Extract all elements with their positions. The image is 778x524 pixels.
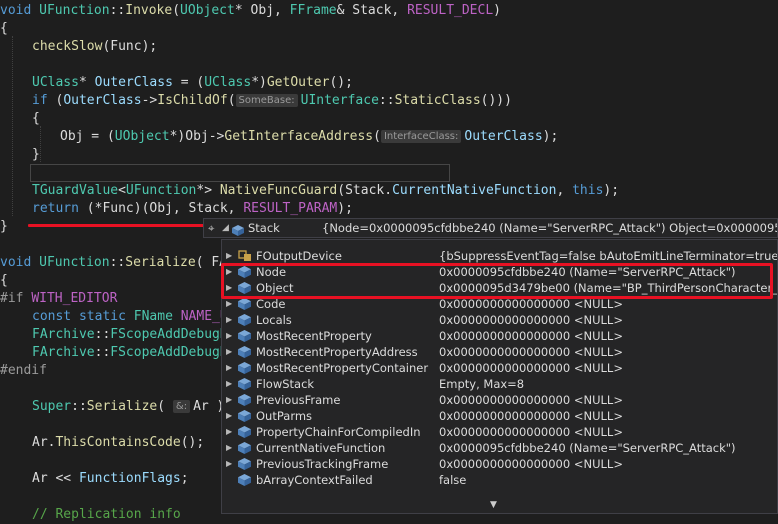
code-line: { bbox=[0, 21, 8, 36]
member-value[interactable]: 0x0000000000000000 <NULL> bbox=[439, 328, 623, 344]
pin-icon[interactable]: ⌖ bbox=[208, 219, 214, 237]
datatip-row[interactable]: ▶ CurrentNativeFunction 0x0000095cfdbbe240… bbox=[222, 440, 777, 456]
member-name: Locals bbox=[256, 313, 292, 327]
parameter-hint: &: bbox=[172, 400, 191, 413]
expand-chevron-icon[interactable]: ▶ bbox=[226, 328, 232, 344]
datatip-header[interactable]: ⌖ ◢ Stack {Node=0x0000095cfdbbe240 (Name… bbox=[203, 218, 778, 238]
code-line: Super::Serialize( &: Ar ) bbox=[32, 399, 225, 414]
datatip-row[interactable]: ▶ PreviousTrackingFrame 0x0000000000000000… bbox=[222, 456, 777, 472]
member-name: FlowStack bbox=[256, 377, 315, 391]
code-line: void UFunction::Serialize( FA bbox=[0, 255, 228, 270]
member-value[interactable]: 0x0000000000000000 <NULL> bbox=[439, 392, 623, 408]
expand-chevron-icon[interactable]: ▶ bbox=[226, 360, 232, 376]
code-line: #endif bbox=[0, 363, 47, 378]
parameter-hint: SomeBase: bbox=[235, 94, 298, 107]
expand-chevron-icon[interactable]: ▶ bbox=[226, 376, 232, 392]
member-name: bArrayContextFailed bbox=[256, 473, 373, 487]
code-line: Ar.ThisContainsCode(); bbox=[32, 435, 205, 450]
code-line: UClass* OuterClass = (UClass*)GetOuter()… bbox=[32, 75, 353, 90]
current-line-highlight bbox=[30, 164, 450, 182]
code-line: } bbox=[32, 147, 40, 162]
indent-guide bbox=[40, 126, 41, 162]
member-name: OutParms bbox=[256, 409, 313, 423]
expand-chevron-icon[interactable]: ▶ bbox=[226, 392, 232, 408]
code-line: } bbox=[0, 219, 8, 234]
field-icon bbox=[238, 474, 251, 490]
datatip-row[interactable]: ▶ PreviousFrame 0x0000000000000000 <NULL> bbox=[222, 392, 777, 408]
member-name: CurrentNativeFunction bbox=[256, 441, 386, 455]
member-value[interactable]: 0x0000000000000000 <NULL> bbox=[439, 408, 623, 424]
datatip-row[interactable]: ▶ FlowStack Empty, Max=8 bbox=[222, 376, 777, 392]
datatip-row[interactable]: ▶ MostRecentPropertyAddress 0x000000000000… bbox=[222, 344, 777, 360]
datatip-row[interactable]: ▶ OutParms 0x0000000000000000 <NULL> bbox=[222, 408, 777, 424]
expand-chevron-icon[interactable]: ▶ bbox=[226, 248, 232, 264]
expand-chevron-icon[interactable]: ▶ bbox=[226, 312, 232, 328]
code-line: void UFunction::Invoke(UObject* Obj, FFr… bbox=[0, 3, 501, 18]
member-value[interactable]: 0x0000000000000000 <NULL> bbox=[439, 456, 623, 472]
member-value[interactable]: 0x0000000000000000 <NULL> bbox=[439, 344, 623, 360]
expand-chevron-icon[interactable]: ▶ bbox=[226, 408, 232, 424]
member-name: MostRecentPropertyAddress bbox=[256, 345, 418, 359]
code-line: const static FName NAME_U bbox=[32, 309, 228, 324]
member-value[interactable]: {bSuppressEventTag=false bAutoEmitLineTe… bbox=[439, 248, 777, 264]
member-value[interactable]: Empty, Max=8 bbox=[439, 376, 524, 392]
collapse-chevron-icon[interactable]: ◢ bbox=[222, 219, 229, 237]
parameter-hint: InterfaceClass: bbox=[380, 130, 462, 143]
datatip-row[interactable]: bArrayContextFailed false bbox=[222, 472, 777, 488]
expand-chevron-icon[interactable]: ▶ bbox=[226, 440, 232, 456]
expand-chevron-icon[interactable]: ▶ bbox=[226, 424, 232, 440]
member-name: MostRecentProperty bbox=[256, 329, 372, 343]
member-value[interactable]: 0x0000000000000000 <NULL> bbox=[439, 360, 623, 376]
code-line: checkSlow(Func); bbox=[32, 39, 158, 54]
code-line: Ar << FunctionFlags; bbox=[32, 471, 189, 486]
code-line: FArchive::FScopeAddDebugD bbox=[32, 345, 228, 360]
datatip-variable-name: Stack bbox=[248, 221, 280, 235]
code-line: return (*Func)(Obj, Stack, RESULT_PARAM)… bbox=[32, 201, 353, 216]
scroll-down-arrow-icon[interactable]: ▼ bbox=[490, 500, 497, 510]
expand-chevron-icon[interactable]: ▶ bbox=[226, 344, 232, 360]
code-line: Obj = (UObject*)Obj->GetInterfaceAddress… bbox=[60, 129, 559, 144]
member-value[interactable]: 0x0000000000000000 <NULL> bbox=[439, 312, 623, 328]
datatip-row[interactable]: ▶ FOutputDevice {bSuppressEventTag=false b… bbox=[222, 248, 777, 264]
datatip-row[interactable]: ▶ Locals 0x0000000000000000 <NULL> bbox=[222, 312, 777, 328]
highlight-box bbox=[221, 263, 773, 299]
variable-icon bbox=[232, 223, 244, 237]
datatip-row[interactable]: ▶ MostRecentPropertyContainer 0x0000000000… bbox=[222, 360, 777, 376]
member-value[interactable]: false bbox=[439, 472, 466, 488]
expand-chevron-icon[interactable]: ▶ bbox=[226, 456, 232, 472]
indent-guide bbox=[12, 36, 13, 216]
code-line: FArchive::FScopeAddDebugD bbox=[32, 327, 228, 342]
datatip-variable-value[interactable]: {Node=0x0000095cfdbbe240 (Name="ServerRP… bbox=[322, 219, 777, 237]
member-name: PreviousTrackingFrame bbox=[256, 457, 389, 471]
code-line: TGuardValue<UFunction*> NativeFuncGuard(… bbox=[32, 183, 620, 198]
datatip-row[interactable]: ▶ MostRecentProperty 0x0000000000000000 <N… bbox=[222, 328, 777, 344]
member-name: MostRecentPropertyContainer bbox=[256, 361, 429, 375]
member-name: PreviousFrame bbox=[256, 393, 341, 407]
member-value[interactable]: 0x0000000000000000 <NULL> bbox=[439, 424, 623, 440]
code-line: { bbox=[0, 273, 8, 288]
code-line: if (OuterClass->IsChildOf(SomeBase: UInte… bbox=[32, 93, 512, 108]
code-line: #if WITH_EDITOR bbox=[0, 291, 118, 306]
member-value[interactable]: 0x0000095cfdbbe240 (Name="ServerRPC_Atta… bbox=[439, 440, 736, 456]
member-name: FOutputDevice bbox=[256, 249, 342, 263]
datatip-row[interactable]: ▶ PropertyChainForCompiledIn 0x00000000000… bbox=[222, 424, 777, 440]
code-line: { bbox=[32, 111, 40, 126]
member-name: PropertyChainForCompiledIn bbox=[256, 425, 421, 439]
code-line: // Replication info bbox=[32, 507, 181, 522]
